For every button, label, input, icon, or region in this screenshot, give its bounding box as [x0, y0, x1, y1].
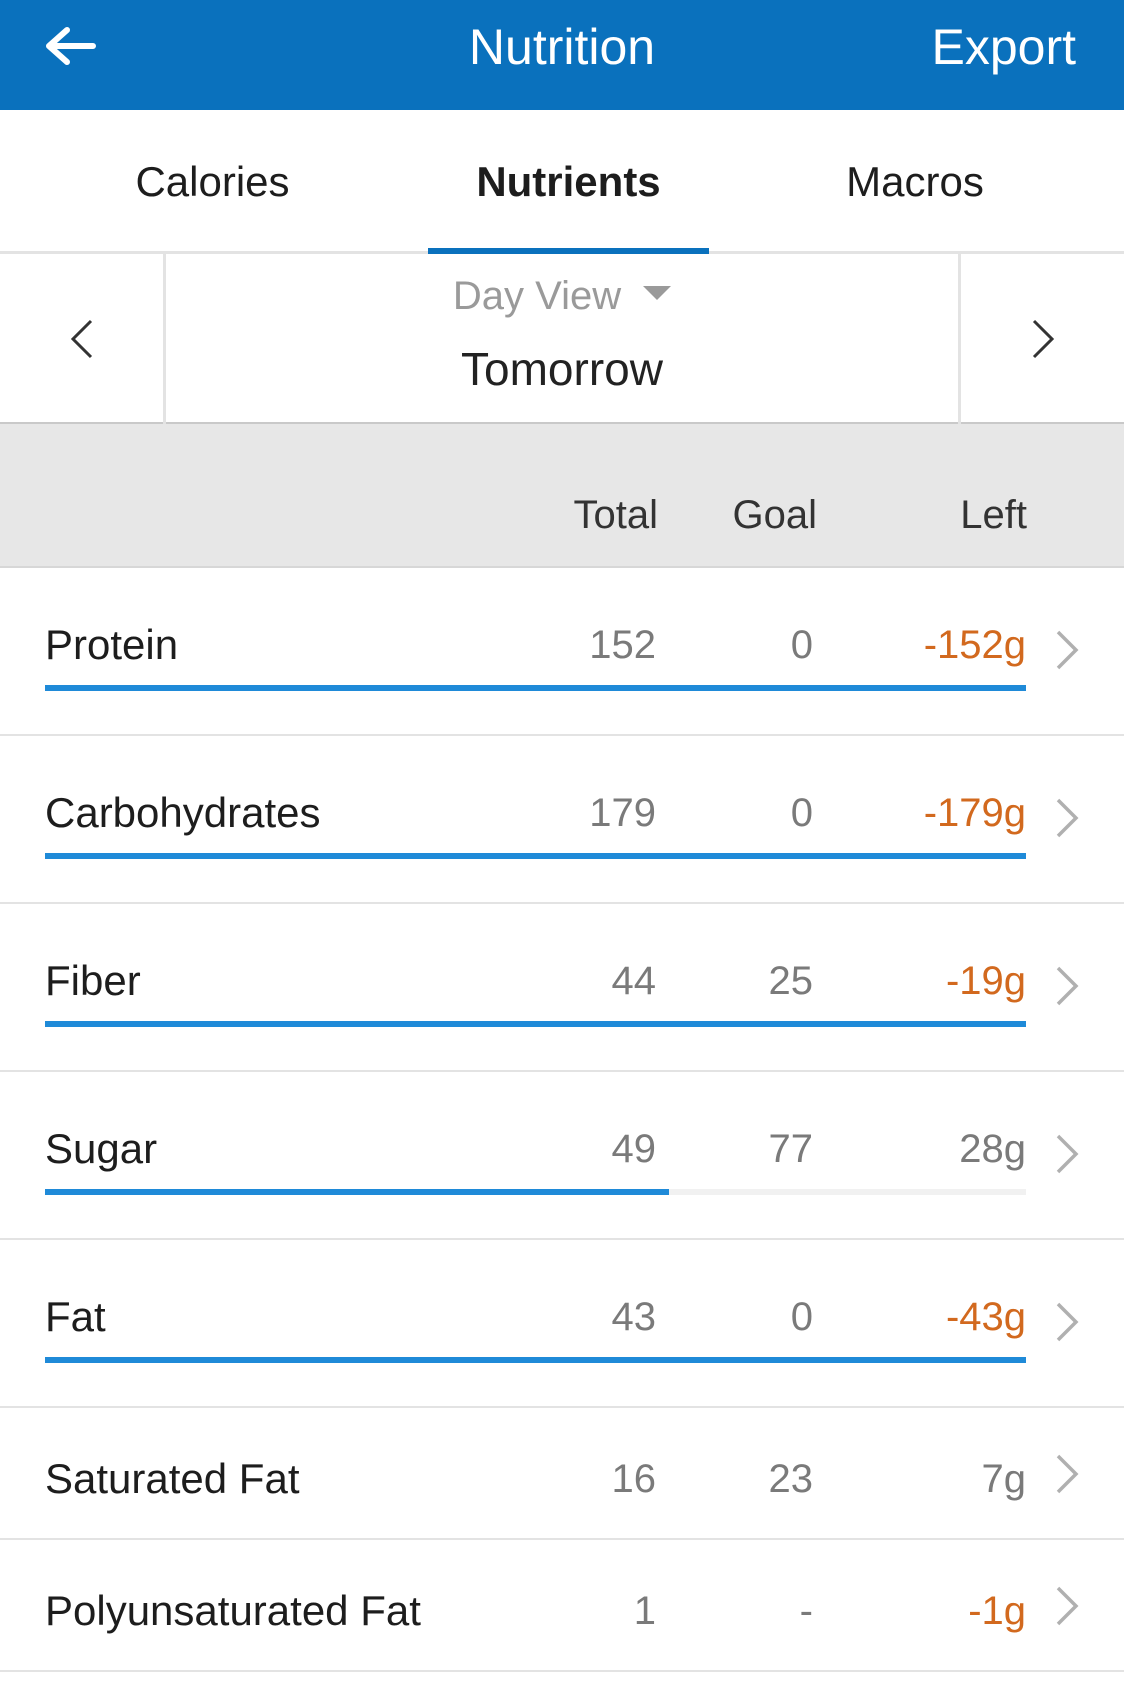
- tab-calories[interactable]: Calories: [30, 110, 395, 254]
- chevron-right-icon: [1056, 1454, 1079, 1494]
- nutrient-left: -152g: [923, 623, 1026, 667]
- progress-track: [45, 685, 1026, 691]
- nutrient-total: 44: [611, 959, 657, 1003]
- progress-fill: [45, 1357, 1026, 1363]
- nutrient-goal: 0: [790, 623, 813, 667]
- chevron-right-icon: [1056, 798, 1079, 838]
- nutrient-name: Sugar: [45, 1125, 158, 1172]
- date-label: Tomorrow: [461, 343, 663, 395]
- progress-fill: [45, 1189, 669, 1195]
- nutrient-row-saturated-fat[interactable]: Saturated Fat 16 23 7g: [0, 1408, 1124, 1540]
- nutrient-goal: 23: [768, 1457, 814, 1501]
- nutrient-goal: 0: [790, 791, 813, 835]
- nutrient-name: Protein: [45, 621, 179, 668]
- app-header: Nutrition Export: [0, 0, 1124, 110]
- nutrient-goal: -: [799, 1589, 813, 1633]
- date-navigator: Day View Tomorrow: [0, 254, 1124, 424]
- nutrient-total: 49: [611, 1127, 657, 1171]
- nutrient-total: 152: [589, 623, 656, 667]
- column-left: Left: [960, 493, 1027, 537]
- nutrient-total: 43: [611, 1295, 657, 1339]
- progress-fill: [45, 853, 1026, 859]
- nutrient-total: 179: [589, 791, 656, 835]
- chevron-right-icon: [1056, 1134, 1079, 1174]
- nutrient-row-carbohydrates[interactable]: Carbohydrates 179 0 -179g: [0, 736, 1124, 904]
- chevron-left-icon: [70, 319, 92, 359]
- nutrient-left: -43g: [945, 1295, 1026, 1339]
- nutrient-left: -179g: [923, 791, 1026, 835]
- nutrient-left: 28g: [959, 1127, 1026, 1171]
- progress-track: [45, 1021, 1026, 1027]
- next-day-button[interactable]: [958, 254, 1124, 424]
- tab-macros[interactable]: Macros: [740, 110, 1090, 254]
- nutrient-row-protein[interactable]: Protein 152 0 -152g: [0, 568, 1124, 736]
- chevron-right-icon: [1056, 966, 1079, 1006]
- nutrient-row-fiber[interactable]: Fiber 44 25 -19g: [0, 904, 1124, 1072]
- column-total: Total: [573, 493, 659, 537]
- progress-fill: [45, 1021, 1026, 1027]
- chevron-right-icon: [1056, 1302, 1079, 1342]
- nutrient-name: Carbohydrates: [45, 789, 321, 836]
- nutrient-name: Polyunsaturated Fat: [45, 1587, 421, 1634]
- chevron-right-icon: [1056, 630, 1079, 670]
- caret-down-icon: [643, 286, 672, 301]
- nutrient-row-sugar[interactable]: Sugar 49 77 28g: [0, 1072, 1124, 1240]
- nutrient-left: -1g: [968, 1589, 1026, 1633]
- previous-day-button[interactable]: [0, 254, 166, 424]
- nutrient-total: 1: [633, 1589, 656, 1633]
- nutrient-goal: 25: [768, 959, 814, 1003]
- progress-track: [45, 853, 1026, 859]
- chevron-right-icon: [1032, 319, 1054, 359]
- tab-bar: Calories Nutrients Macros: [0, 110, 1124, 254]
- progress-fill: [45, 685, 1026, 691]
- nutrient-name: Fat: [45, 1293, 106, 1340]
- nutrient-left: -19g: [945, 959, 1026, 1003]
- view-selector-label: Day View: [452, 274, 622, 318]
- nutrient-name: Saturated Fat: [45, 1455, 300, 1502]
- nutrient-row-fat[interactable]: Fat 43 0 -43g: [0, 1240, 1124, 1408]
- nutrient-goal: 77: [768, 1127, 814, 1171]
- column-goal: Goal: [732, 493, 818, 537]
- progress-track: [45, 1357, 1026, 1363]
- nutrient-total: 16: [611, 1457, 657, 1501]
- nutrient-row-polyunsaturated-fat[interactable]: Polyunsaturated Fat 1 - -1g: [0, 1540, 1124, 1672]
- nutrient-goal: 0: [790, 1295, 813, 1339]
- progress-track: [45, 1189, 1026, 1195]
- nutrient-name: Fiber: [45, 957, 141, 1004]
- nutrient-left: 7g: [981, 1457, 1027, 1501]
- chevron-right-icon: [1056, 1586, 1079, 1626]
- tab-nutrients[interactable]: Nutrients: [428, 110, 709, 254]
- column-header: Total Goal Left: [0, 424, 1124, 568]
- view-selector[interactable]: Day View: [166, 268, 958, 324]
- export-button[interactable]: Export: [931, 14, 1076, 80]
